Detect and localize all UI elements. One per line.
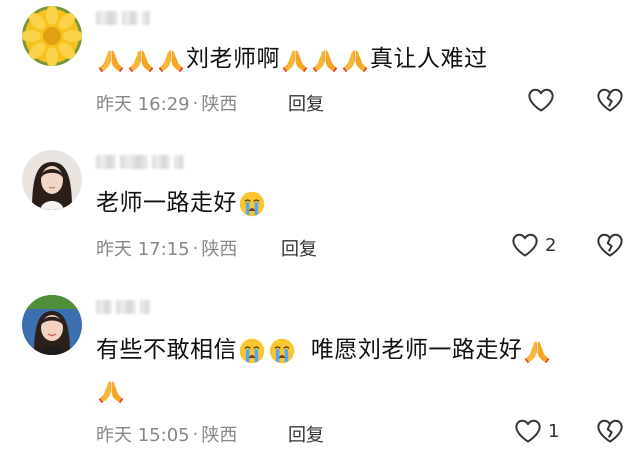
comment-meta: 昨天 16:29 · 陕西 [96,90,237,116]
meta-separator: · [192,237,199,259]
broken-heart-icon [597,88,623,112]
pray-emoji-icon [97,46,125,74]
avatar[interactable] [22,150,82,210]
comment-location: 陕西 [201,425,238,446]
username-blurred[interactable] [96,10,150,26]
comment-text-segment: 刘老师啊 [186,46,280,72]
comment-text: 老师一路走好 [96,186,267,220]
reply-button[interactable]: 回复 [288,90,324,116]
pray-emoji-icon [97,377,125,405]
heart-outline-icon [528,88,554,112]
comment-text: 刘老师啊 真让人难过 [96,42,488,76]
comment-time: 昨天 15:05 [96,425,190,446]
comment-text-segment: 有些不敢相信 [96,337,237,363]
comment-text-segment: 真让人难过 [370,46,488,72]
pray-emoji-icon [341,46,369,74]
comment-time: 昨天 16:29 [96,94,190,115]
dislike-button[interactable] [596,418,624,448]
username-blurred[interactable] [96,299,150,315]
loudly-crying-emoji-icon [238,190,266,218]
meta-separator: · [192,423,199,445]
heart-outline-icon [512,233,538,257]
heart-outline-icon [515,419,541,443]
pray-emoji-icon [523,337,551,365]
username-blurred[interactable] [96,154,184,170]
pray-emoji-icon [127,46,155,74]
broken-heart-icon [597,233,623,257]
loudly-crying-emoji-icon [268,337,296,365]
comment-text: 有些不敢相信 唯愿刘老师一路走好 [96,333,552,367]
comment-text-segment: 唯愿刘老师一路走好 [310,337,523,363]
meta-separator: · [192,92,199,114]
sunflower-avatar-image [22,6,82,66]
broken-heart-icon [597,419,623,443]
like-button[interactable]: 2 [511,232,556,258]
comment-text-line-2 [96,373,126,407]
woman-portrait-avatar-image [22,295,82,355]
pray-emoji-icon [157,46,185,74]
like-count: 2 [545,234,557,256]
comment-text-segment: 老师一路走好 [96,190,237,216]
reply-button[interactable]: 回复 [288,421,324,447]
girl-portrait-avatar-image [22,150,82,210]
like-count: 1 [548,420,560,442]
pray-emoji-icon [311,46,339,74]
like-button[interactable] [527,87,561,113]
avatar[interactable] [22,295,82,355]
comment-location: 陕西 [201,239,238,260]
comment-time: 昨天 17:15 [96,239,190,260]
dislike-button[interactable] [596,232,624,262]
pray-emoji-icon [281,46,309,74]
comment-location: 陕西 [201,94,238,115]
dislike-button[interactable] [596,87,624,117]
comment-meta: 昨天 15:05 · 陕西 [96,421,237,447]
loudly-crying-emoji-icon [238,337,266,365]
comment-meta: 昨天 17:15 · 陕西 [96,235,237,261]
like-button[interactable]: 1 [514,418,559,444]
avatar[interactable] [22,6,82,66]
reply-button[interactable]: 回复 [281,235,317,261]
